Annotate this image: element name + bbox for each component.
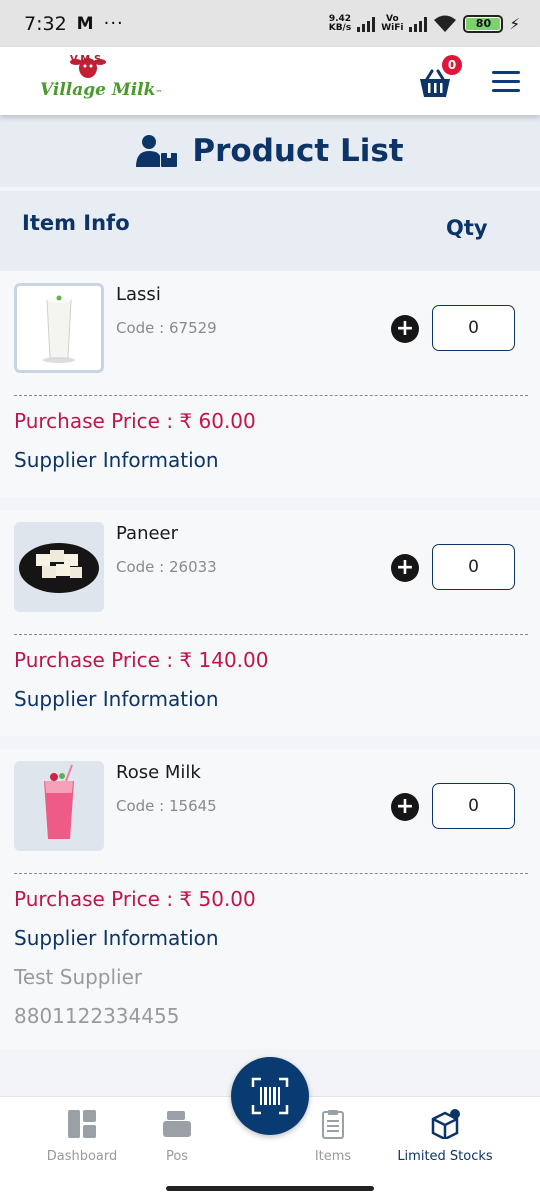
divider	[14, 873, 528, 874]
status-time: 7:32	[24, 12, 67, 35]
nav-pos[interactable]: Pos	[117, 1109, 237, 1164]
page-title: Product List	[192, 133, 404, 169]
more-notifications-icon: ···	[103, 13, 124, 34]
divider	[14, 634, 528, 635]
divider	[14, 395, 528, 396]
scan-barcode-button[interactable]	[231, 1057, 309, 1135]
nav-label: Items	[314, 1149, 352, 1164]
column-item-info: Item Info	[22, 211, 130, 235]
menu-line-icon	[492, 79, 520, 83]
product-code: Code : 67529	[116, 319, 217, 337]
paneer-plate-icon	[19, 543, 99, 593]
cart-button[interactable]: 0	[418, 55, 462, 101]
status-bar: 7:32 M ··· 9.42 KB/s Vo WiFi 80 ⚡	[0, 0, 540, 47]
quantity-input[interactable]	[432, 305, 515, 351]
increment-button[interactable]: +	[391, 554, 419, 582]
dashboard-icon	[68, 1110, 96, 1138]
product-image[interactable]	[14, 522, 104, 612]
product-card: Lassi Code : 67529 + Purchase Price : ₹ …	[0, 271, 540, 497]
menu-line-icon	[492, 88, 520, 92]
nav-label: Limited Stocks	[397, 1149, 493, 1164]
title-band: Product List	[0, 115, 540, 187]
product-name: Rose Milk	[116, 762, 201, 783]
barcode-scan-icon	[251, 1077, 289, 1115]
menu-button[interactable]	[492, 70, 520, 92]
nav-label: Dashboard	[46, 1149, 118, 1164]
user-box-icon	[136, 135, 178, 167]
purchase-price: Purchase Price : ₹ 50.00	[14, 887, 256, 911]
column-header: Item Info Qty	[0, 191, 540, 271]
product-code: Code : 15645	[116, 797, 217, 815]
battery-icon: 80	[463, 14, 504, 33]
home-indicator[interactable]	[166, 1186, 374, 1191]
product-name: Paneer	[116, 523, 179, 544]
logo-vms: V.M.S	[70, 54, 102, 65]
purchase-price: Purchase Price : ₹ 60.00	[14, 409, 256, 433]
product-code: Code : 26033	[116, 558, 217, 576]
nav-limited-stocks[interactable]: Limited Stocks	[385, 1109, 505, 1164]
supplier-information-link[interactable]: Supplier Information	[14, 448, 219, 472]
signal-icon	[357, 16, 376, 32]
product-card: Rose Milk Code : 15645 + Purchase Price …	[0, 749, 540, 1049]
supplier-name: Test Supplier	[14, 965, 143, 989]
logo[interactable]: V.M.S Village Milk™	[40, 50, 162, 112]
product-card: Paneer Code : 26033 + Purchase Price : ₹…	[0, 510, 540, 736]
nav-label: Pos	[165, 1149, 189, 1164]
mail-icon: M	[76, 13, 94, 34]
product-image[interactable]	[14, 283, 104, 373]
pos-icon	[163, 1111, 191, 1137]
increment-button[interactable]: +	[391, 315, 419, 343]
wifi-icon	[434, 15, 457, 32]
supplier-information-link[interactable]: Supplier Information	[14, 926, 219, 950]
quantity-input[interactable]	[432, 783, 515, 829]
supplier-phone: 8801122334455	[14, 1004, 180, 1028]
net-speed: 9.42 KB/s	[328, 13, 352, 33]
charging-icon: ⚡	[509, 14, 520, 33]
cart-count-badge: 0	[442, 55, 462, 75]
app-header: V.M.S Village Milk™ 0	[0, 47, 540, 115]
increment-button[interactable]: +	[391, 793, 419, 821]
product-image[interactable]	[14, 761, 104, 851]
supplier-information-link[interactable]: Supplier Information	[14, 687, 219, 711]
logo-text: Village Milk™	[40, 80, 163, 100]
quantity-input[interactable]	[432, 544, 515, 590]
stock-box-icon	[431, 1109, 460, 1139]
vowifi-icon: Vo WiFi	[381, 13, 404, 33]
signal-icon-2	[409, 16, 428, 32]
rose-milk-glass-icon	[44, 764, 74, 839]
purchase-price: Purchase Price : ₹ 140.00	[14, 648, 269, 672]
column-qty: Qty	[446, 216, 488, 240]
product-name: Lassi	[116, 284, 161, 305]
menu-line-icon	[492, 70, 520, 74]
lassi-glass-icon	[43, 295, 75, 363]
clipboard-icon	[322, 1110, 344, 1139]
